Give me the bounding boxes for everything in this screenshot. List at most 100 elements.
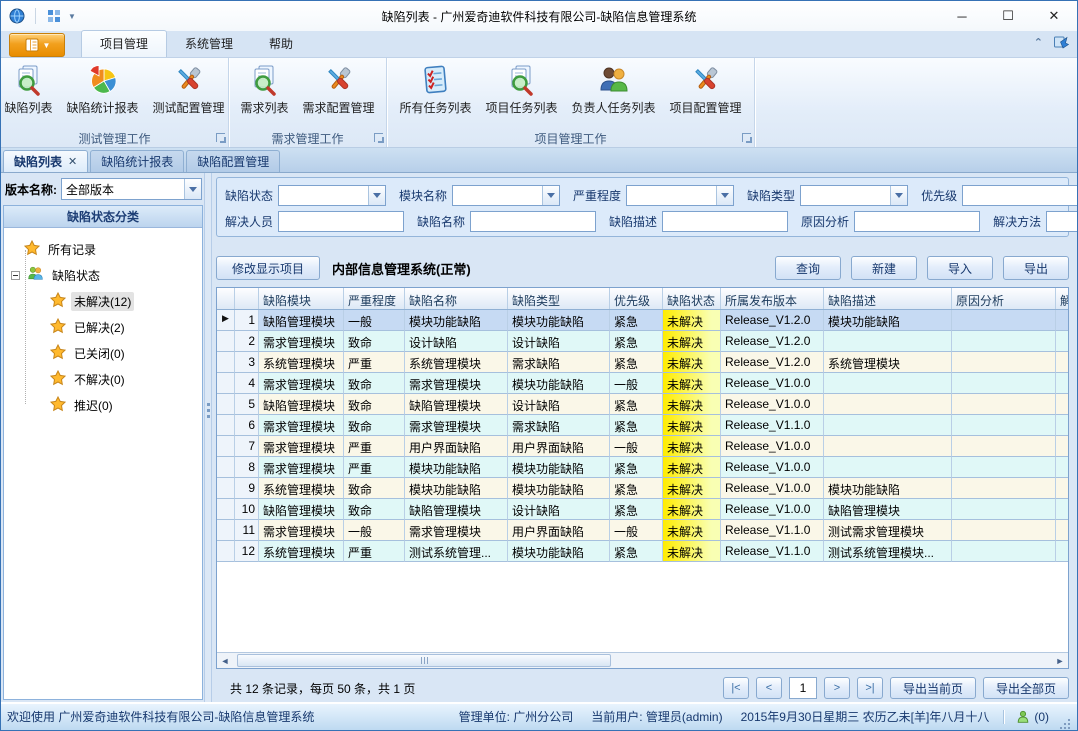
grid-cell[interactable] [1056, 394, 1069, 415]
grid-cell[interactable] [824, 457, 952, 478]
column-header-6[interactable]: 缺陷状态 [663, 288, 721, 309]
grid-cell[interactable]: 致命 [344, 415, 405, 436]
grid-cell[interactable]: 致命 [344, 331, 405, 352]
scrollbar-thumb[interactable] [237, 654, 611, 667]
grid-cell[interactable]: 需求缺陷 [508, 352, 610, 373]
grid-cell[interactable] [824, 331, 952, 352]
grid-cell[interactable]: 测试系统管理... [405, 541, 508, 562]
tab-help[interactable]: 帮助 [251, 31, 311, 57]
row-selector-cell[interactable] [217, 373, 235, 394]
row-selector-cell[interactable] [217, 415, 235, 436]
grid-cell[interactable]: 用户界面缺陷 [508, 436, 610, 457]
row-selector-cell[interactable] [217, 478, 235, 499]
column-header-selector[interactable] [217, 288, 235, 309]
export-current-page-button[interactable]: 导出当前页 [890, 677, 976, 699]
grid-cell[interactable]: 一般 [610, 436, 663, 457]
grid-cell[interactable]: Release_V1.0.0 [721, 478, 824, 499]
grid-cell[interactable]: 模块功能缺陷 [405, 478, 508, 499]
filter-resolver-input[interactable] [278, 211, 404, 232]
grid-cell[interactable]: 模块功能缺陷 [508, 457, 610, 478]
dialog-launcher-icon[interactable] [216, 133, 225, 142]
grid-cell[interactable] [1056, 373, 1069, 394]
grid-cell[interactable]: 需求管理模块 [259, 415, 344, 436]
grid-cell[interactable]: 未解决 [663, 352, 721, 373]
grid-cell[interactable]: 系统管理模块 [259, 478, 344, 499]
qat-dropdown-icon[interactable]: ▼ [68, 12, 76, 21]
grid-cell[interactable]: Release_V1.1.0 [721, 541, 824, 562]
column-header-4[interactable]: 缺陷类型 [508, 288, 610, 309]
grid-cell[interactable]: 严重 [344, 352, 405, 373]
page-number-input[interactable] [789, 677, 817, 699]
table-row[interactable]: 8需求管理模块严重模块功能缺陷模块功能缺陷紧急未解决Release_V1.0.0 [217, 457, 1068, 478]
grid-cell[interactable]: 紧急 [610, 541, 663, 562]
grid-cell[interactable]: 严重 [344, 436, 405, 457]
grid-cell[interactable]: 模块功能缺陷 [508, 373, 610, 394]
doc-tab-defect-config-mgmt[interactable]: 缺陷配置管理 [186, 150, 280, 172]
grid-cell[interactable] [1056, 415, 1069, 436]
grid-cell[interactable]: 模块功能缺陷 [824, 310, 952, 331]
grid-cell[interactable]: 紧急 [610, 499, 663, 520]
grid-cell[interactable]: 系统管理模块 [259, 352, 344, 373]
grid-cell[interactable] [952, 541, 1056, 562]
table-row[interactable]: 4需求管理模块致命需求管理模块模块功能缺陷一般未解决Release_V1.0.0 [217, 373, 1068, 394]
row-selector-cell[interactable] [217, 436, 235, 457]
grid-cell[interactable] [824, 415, 952, 436]
ribbon-collapse-icon[interactable]: ⌃ [1034, 36, 1043, 49]
close-button[interactable]: ✕ [1031, 1, 1077, 31]
version-combo[interactable]: 全部版本 [61, 178, 202, 200]
grid-cell[interactable]: 未解决 [663, 331, 721, 352]
ribbon-button-requirement-list[interactable]: 需求列表 [234, 61, 294, 119]
next-page-button[interactable]: > [824, 677, 850, 699]
grid-cell[interactable]: Release_V1.0.0 [721, 373, 824, 394]
grid-cell[interactable]: 设计缺陷 [405, 331, 508, 352]
tree-item-postponed[interactable]: 推迟(0) [10, 392, 200, 418]
doc-tab-defect-list[interactable]: 缺陷列表✕ [3, 150, 88, 172]
grid-cell[interactable] [952, 520, 1056, 541]
grid-cell[interactable]: 缺陷管理模块 [405, 394, 508, 415]
resize-grip-icon[interactable] [1059, 718, 1071, 730]
grid-cell[interactable]: 需求管理模块 [259, 436, 344, 457]
column-header-5[interactable]: 优先级 [610, 288, 663, 309]
grid-cell[interactable] [1056, 499, 1069, 520]
scroll-left-icon[interactable]: ◄ [217, 654, 233, 668]
row-selector-cell[interactable] [217, 394, 235, 415]
grid-cell[interactable]: 紧急 [610, 310, 663, 331]
grid-cell[interactable] [952, 331, 1056, 352]
ribbon-button-project-config-mgmt[interactable]: 项目配置管理 [664, 61, 748, 119]
grid-cell[interactable]: 未解决 [663, 436, 721, 457]
grid-cell[interactable]: 未解决 [663, 478, 721, 499]
last-page-button[interactable]: >| [857, 677, 883, 699]
column-header-10[interactable]: 解决方法 [1056, 288, 1069, 309]
column-header-7[interactable]: 所属发布版本 [721, 288, 824, 309]
grid-cell[interactable]: 严重 [344, 541, 405, 562]
row-selector-cell[interactable] [217, 331, 235, 352]
combo-dropdown-icon[interactable] [890, 186, 907, 205]
dialog-launcher-icon[interactable] [374, 133, 383, 142]
grid-cell[interactable]: 用户界面缺陷 [508, 520, 610, 541]
grid-cell[interactable]: 致命 [344, 394, 405, 415]
grid-cell[interactable]: 需求管理模块 [259, 331, 344, 352]
tree-item-unresolved[interactable]: 未解决(12) [10, 288, 200, 314]
grid-cell[interactable]: Release_V1.0.0 [721, 436, 824, 457]
grid-cell[interactable]: 致命 [344, 373, 405, 394]
table-row[interactable]: 11需求管理模块一般需求管理模块用户界面缺陷一般未解决Release_V1.1.… [217, 520, 1068, 541]
ribbon-button-requirement-config-mgmt[interactable]: 需求配置管理 [297, 61, 381, 119]
column-header-rownum[interactable] [235, 288, 259, 309]
row-selector-cell[interactable] [217, 520, 235, 541]
grid-cell[interactable]: Release_V1.1.0 [721, 520, 824, 541]
table-row[interactable]: 7需求管理模块严重用户界面缺陷用户界面缺陷一般未解决Release_V1.0.0 [217, 436, 1068, 457]
filter-defect-type-combo[interactable] [800, 185, 908, 206]
grid-cell[interactable]: 缺陷管理模块 [259, 310, 344, 331]
filter-module-name-combo[interactable] [452, 185, 560, 206]
minimize-button[interactable]: ─ [939, 1, 985, 31]
grid-cell[interactable]: 未解决 [663, 373, 721, 394]
combo-dropdown-icon[interactable] [184, 179, 201, 199]
ribbon-button-defect-stats-report[interactable]: 缺陷统计报表 [61, 61, 145, 119]
grid-cell[interactable] [1056, 352, 1069, 373]
grid-cell[interactable]: 缺陷管理模块 [824, 499, 952, 520]
table-row[interactable]: 3系统管理模块严重系统管理模块需求缺陷紧急未解决Release_V1.2.0系统… [217, 352, 1068, 373]
filter-severity-combo[interactable] [626, 185, 734, 206]
grid-cell[interactable]: 设计缺陷 [508, 394, 610, 415]
grid-cell[interactable]: 模块功能缺陷 [824, 478, 952, 499]
grid-cell[interactable] [1056, 457, 1069, 478]
